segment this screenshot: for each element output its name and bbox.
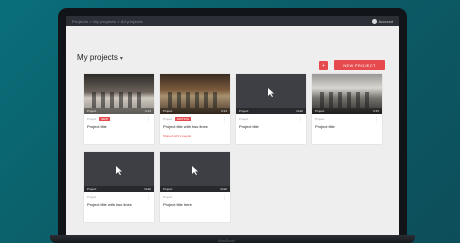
thumbnail-image — [168, 92, 222, 108]
thumb-right-text: 0:24 — [221, 109, 227, 113]
thumbnail-caption: Project 0:24 — [160, 108, 230, 114]
thumbnail-caption: Project Draft — [160, 186, 230, 192]
thumbnail-caption: Project Draft — [236, 108, 306, 114]
add-button-label: + — [322, 62, 325, 69]
project-thumbnail[interactable]: Project Draft — [236, 74, 306, 114]
thumbnail-caption: Project Draft — [84, 186, 154, 192]
account-label[interactable]: Account — [379, 19, 393, 24]
new-project-button-label: NEW PROJECT — [343, 62, 376, 68]
project-card[interactable]: Project Draft Project ⋮ Project title — [236, 74, 306, 144]
thumb-right-text: 0:12 — [145, 109, 151, 113]
project-meta: Project — [87, 117, 97, 121]
project-subtext: Shared with 2 people — [163, 134, 192, 138]
laptop-brand-label: MacBook — [218, 238, 235, 243]
app-screen: Projects > My projects > All projects Ac… — [66, 16, 399, 235]
thumbnail-image — [320, 92, 374, 108]
thumb-left-text: Project — [163, 187, 173, 191]
project-name[interactable]: Project title — [239, 124, 299, 129]
more-options-icon[interactable]: ⋮ — [298, 118, 303, 123]
top-navigation-bar: Projects > My projects > All projects Ac… — [66, 16, 399, 26]
project-meta: Project — [315, 117, 325, 121]
thumb-left-text: Project — [87, 109, 97, 113]
more-options-icon[interactable]: ⋮ — [146, 196, 151, 201]
thumbnail-caption: Project 0:12 — [84, 108, 154, 114]
project-thumbnail[interactable]: Project Draft — [160, 152, 230, 192]
thumb-right-text: Draft — [144, 187, 151, 191]
new-project-button[interactable]: NEW PROJECT — [334, 60, 385, 70]
project-card[interactable]: Project 0:24 Project EDITING ⋮ Project t… — [160, 74, 230, 144]
thumbnail-image — [92, 92, 146, 108]
cursor-icon — [192, 166, 198, 175]
project-meta: Project — [163, 117, 173, 121]
project-card[interactable]: Project 0:12 Project NEW ⋮ Project title — [84, 74, 154, 144]
project-card[interactable]: Project 0:45 Project ⋮ Project title — [312, 74, 382, 144]
thumb-left-text: Project — [315, 109, 325, 113]
cursor-icon — [268, 88, 274, 97]
breadcrumb[interactable]: Projects > My projects > All projects — [72, 19, 143, 24]
thumbnail-caption: Project 0:45 — [312, 108, 382, 114]
page-title: My projects ▾ — [77, 53, 123, 62]
project-name[interactable]: Project title — [315, 124, 375, 129]
project-thumbnail[interactable]: Project 0:45 — [312, 74, 382, 114]
project-thumbnail[interactable]: Project Draft — [84, 152, 154, 192]
thumb-left-text: Project — [163, 109, 173, 113]
status-badge: EDITING — [175, 117, 192, 121]
project-card[interactable]: Project Draft Project ⋮ Project title he… — [160, 152, 230, 222]
cursor-icon — [116, 166, 122, 175]
project-name[interactable]: Project title with two lines — [163, 124, 223, 129]
status-badge: NEW — [99, 117, 110, 121]
thumb-left-text: Project — [239, 109, 249, 113]
project-name[interactable]: Project title with two lines — [87, 202, 147, 207]
thumb-left-text: Project — [87, 187, 97, 191]
more-options-icon[interactable]: ⋮ — [222, 196, 227, 201]
project-name[interactable]: Project title here — [163, 202, 223, 207]
project-thumbnail[interactable]: Project 0:24 — [160, 74, 230, 114]
more-options-icon[interactable]: ⋮ — [146, 118, 151, 123]
more-options-icon[interactable]: ⋮ — [222, 118, 227, 123]
project-thumbnail[interactable]: Project 0:12 — [84, 74, 154, 114]
more-options-icon[interactable]: ⋮ — [374, 118, 379, 123]
project-meta: Project — [87, 195, 97, 199]
project-meta: Project — [163, 195, 173, 199]
page-title-text: My projects — [77, 53, 118, 62]
project-meta: Project — [239, 117, 249, 121]
project-name[interactable]: Project title — [87, 124, 147, 129]
avatar[interactable] — [371, 18, 377, 24]
thumb-right-text: Draft — [220, 187, 227, 191]
chevron-down-icon[interactable]: ▾ — [120, 56, 123, 62]
laptop: Projects > My projects > All projects Ac… — [50, 8, 415, 243]
account-menu[interactable]: Account — [371, 18, 393, 24]
project-card[interactable]: Project Draft Project ⋮ Project title wi… — [84, 152, 154, 222]
add-button[interactable]: + — [319, 61, 328, 70]
thumb-right-text: 0:45 — [373, 109, 379, 113]
thumb-right-text: Draft — [296, 109, 303, 113]
